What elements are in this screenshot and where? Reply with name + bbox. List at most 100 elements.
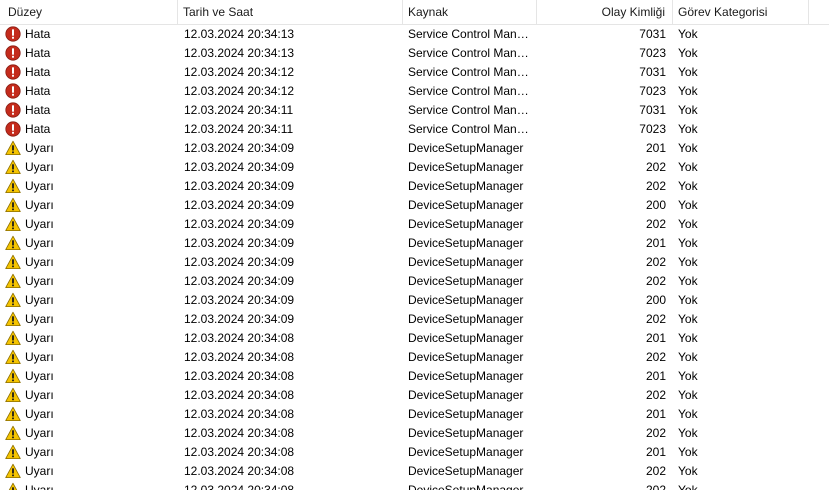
table-row[interactable]: Hata 12.03.2024 20:34:11 Service Control M… xyxy=(0,101,829,120)
source-cell: DeviceSetupManager xyxy=(408,141,524,155)
source-cell: DeviceSetupManager xyxy=(408,293,524,307)
column-header-task-category[interactable]: Görev Kategorisi xyxy=(673,0,809,25)
level-cell: Uyarı xyxy=(25,179,54,193)
table-row[interactable]: Hata 12.03.2024 20:34:11 Service Control M… xyxy=(0,120,829,139)
task-category-cell: Yok xyxy=(678,46,698,60)
source-cell: Service Control Manager xyxy=(408,27,533,41)
table-row[interactable]: Uyarı 12.03.2024 20:34:09 DeviceSetupManag… xyxy=(0,158,829,177)
table-row[interactable]: Uyarı 12.03.2024 20:34:09 DeviceSetupManag… xyxy=(0,196,829,215)
column-header-event-id[interactable]: Olay Kimliği xyxy=(537,0,673,25)
task-category-cell: Yok xyxy=(678,217,698,231)
warning-icon xyxy=(5,368,21,384)
level-cell: Uyarı xyxy=(25,426,54,440)
error-icon xyxy=(5,64,21,80)
source-cell: DeviceSetupManager xyxy=(408,255,524,269)
task-category-cell: Yok xyxy=(678,122,698,136)
table-row[interactable]: Uyarı 12.03.2024 20:34:09 DeviceSetupManag… xyxy=(0,272,829,291)
event-id-cell: 202 xyxy=(645,426,666,440)
level-cell: Uyarı xyxy=(25,198,54,212)
warning-icon xyxy=(5,216,21,232)
task-category-cell: Yok xyxy=(678,255,698,269)
source-cell: DeviceSetupManager xyxy=(408,369,524,383)
task-category-cell: Yok xyxy=(678,293,698,307)
table-row[interactable]: Uyarı 12.03.2024 20:34:08 DeviceSetupManag… xyxy=(0,405,829,424)
event-id-cell: 201 xyxy=(645,445,666,459)
table-row[interactable]: Hata 12.03.2024 20:34:13 Service Control M… xyxy=(0,44,829,63)
level-cell: Uyarı xyxy=(25,369,54,383)
table-row[interactable]: Uyarı 12.03.2024 20:34:09 DeviceSetupManag… xyxy=(0,215,829,234)
table-row[interactable]: Uyarı 12.03.2024 20:34:08 DeviceSetupManag… xyxy=(0,462,829,481)
table-row[interactable]: Uyarı 12.03.2024 20:34:08 DeviceSetupManag… xyxy=(0,329,829,348)
source-cell: DeviceSetupManager xyxy=(408,407,524,421)
level-cell: Hata xyxy=(25,65,51,79)
source-cell: DeviceSetupManager xyxy=(408,350,524,364)
source-cell: Service Control Manager xyxy=(408,65,533,79)
level-cell: Hata xyxy=(25,103,51,117)
table-row[interactable]: Uyarı 12.03.2024 20:34:08 DeviceSetupManag… xyxy=(0,367,829,386)
event-id-cell: 7023 xyxy=(639,46,666,60)
table-row[interactable]: Uyarı 12.03.2024 20:34:09 DeviceSetupManag… xyxy=(0,139,829,158)
table-row[interactable]: Uyarı 12.03.2024 20:34:08 DeviceSetupManag… xyxy=(0,348,829,367)
event-id-cell: 200 xyxy=(645,198,666,212)
table-row[interactable]: Uyarı 12.03.2024 20:34:09 DeviceSetupManag… xyxy=(0,234,829,253)
date-cell: 12.03.2024 20:34:08 xyxy=(184,426,295,440)
column-header-level[interactable]: Düzey xyxy=(0,0,178,25)
event-id-cell: 202 xyxy=(645,464,666,478)
warning-icon xyxy=(5,463,21,479)
warning-icon xyxy=(5,482,21,490)
date-cell: 12.03.2024 20:34:08 xyxy=(184,369,295,383)
level-cell: Uyarı xyxy=(25,331,54,345)
task-category-cell: Yok xyxy=(678,103,698,117)
level-cell: Uyarı xyxy=(25,388,54,402)
date-cell: 12.03.2024 20:34:13 xyxy=(184,46,295,60)
table-row[interactable]: Uyarı 12.03.2024 20:34:09 DeviceSetupManag… xyxy=(0,253,829,272)
event-id-cell: 202 xyxy=(645,274,666,288)
date-cell: 12.03.2024 20:34:08 xyxy=(184,407,295,421)
table-row[interactable]: Uyarı 12.03.2024 20:34:08 DeviceSetupManag… xyxy=(0,424,829,443)
column-header-date[interactable]: Tarih ve Saat xyxy=(178,0,403,25)
event-id-cell: 202 xyxy=(645,483,666,490)
task-category-cell: Yok xyxy=(678,141,698,155)
source-cell: DeviceSetupManager xyxy=(408,426,524,440)
event-id-cell: 201 xyxy=(645,407,666,421)
table-row[interactable]: Hata 12.03.2024 20:34:13 Service Control M… xyxy=(0,25,829,44)
event-id-cell: 201 xyxy=(645,369,666,383)
event-id-cell: 7023 xyxy=(639,122,666,136)
column-header-source[interactable]: Kaynak xyxy=(403,0,537,25)
source-cell: DeviceSetupManager xyxy=(408,331,524,345)
source-cell: DeviceSetupManager xyxy=(408,160,524,174)
source-cell: DeviceSetupManager xyxy=(408,217,524,231)
level-cell: Uyarı xyxy=(25,350,54,364)
date-cell: 12.03.2024 20:34:12 xyxy=(184,65,295,79)
table-row[interactable]: Uyarı 12.03.2024 20:34:08 DeviceSetupManag… xyxy=(0,481,829,490)
date-cell: 12.03.2024 20:34:08 xyxy=(184,331,295,345)
event-id-cell: 202 xyxy=(645,160,666,174)
level-cell: Uyarı xyxy=(25,445,54,459)
date-cell: 12.03.2024 20:34:13 xyxy=(184,27,295,41)
table-row[interactable]: Hata 12.03.2024 20:34:12 Service Control M… xyxy=(0,63,829,82)
table-row[interactable]: Uyarı 12.03.2024 20:34:09 DeviceSetupManag… xyxy=(0,177,829,196)
level-cell: Uyarı xyxy=(25,141,54,155)
date-cell: 12.03.2024 20:34:09 xyxy=(184,179,295,193)
table-row[interactable]: Uyarı 12.03.2024 20:34:08 DeviceSetupManag… xyxy=(0,443,829,462)
table-row[interactable]: Hata 12.03.2024 20:34:12 Service Control M… xyxy=(0,82,829,101)
warning-icon xyxy=(5,292,21,308)
table-row[interactable]: Uyarı 12.03.2024 20:34:09 DeviceSetupManag… xyxy=(0,310,829,329)
date-cell: 12.03.2024 20:34:09 xyxy=(184,141,295,155)
level-cell: Uyarı xyxy=(25,274,54,288)
task-category-cell: Yok xyxy=(678,198,698,212)
level-cell: Hata xyxy=(25,27,51,41)
date-cell: 12.03.2024 20:34:09 xyxy=(184,293,295,307)
source-cell: DeviceSetupManager xyxy=(408,274,524,288)
date-cell: 12.03.2024 20:34:09 xyxy=(184,217,295,231)
column-header-filler xyxy=(809,0,829,25)
event-id-cell: 7023 xyxy=(639,84,666,98)
table-row[interactable]: Uyarı 12.03.2024 20:34:08 DeviceSetupManag… xyxy=(0,386,829,405)
level-cell: Uyarı xyxy=(25,464,54,478)
source-cell: DeviceSetupManager xyxy=(408,236,524,250)
task-category-cell: Yok xyxy=(678,426,698,440)
table-row[interactable]: Uyarı 12.03.2024 20:34:09 DeviceSetupManag… xyxy=(0,291,829,310)
event-id-cell: 7031 xyxy=(639,27,666,41)
date-cell: 12.03.2024 20:34:12 xyxy=(184,84,295,98)
warning-icon xyxy=(5,254,21,270)
